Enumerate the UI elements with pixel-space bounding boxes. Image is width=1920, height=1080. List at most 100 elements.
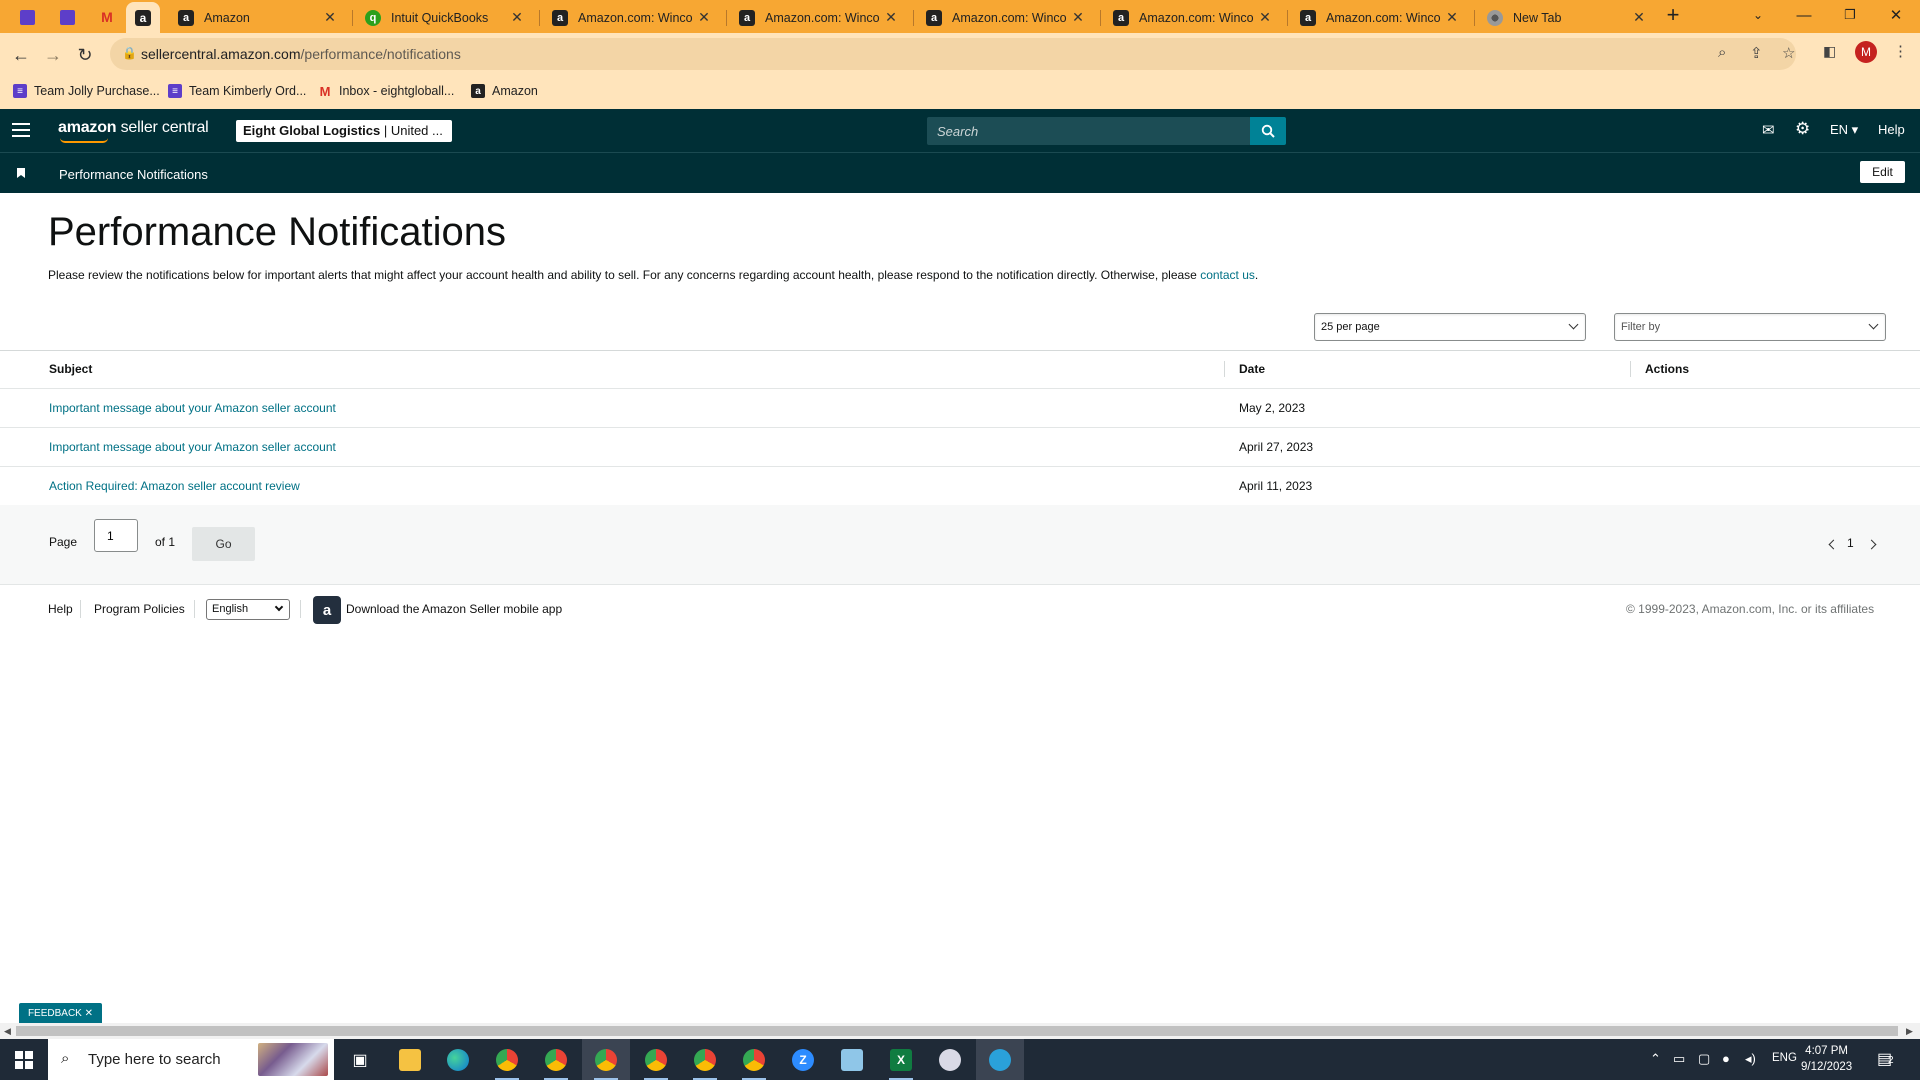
- taskbar-search-box[interactable]: ⌕ Type here to search: [48, 1039, 334, 1080]
- chrome-profile-r-icon[interactable]: [681, 1039, 729, 1080]
- previous-page-icon[interactable]: [1828, 539, 1839, 550]
- horizontal-scrollbar[interactable]: ◀ ▶: [0, 1023, 1920, 1039]
- tab-search-chevron-icon[interactable]: ⌄: [1735, 0, 1781, 30]
- volume-icon[interactable]: ◂): [1745, 1051, 1756, 1067]
- chrome-profile-m-icon[interactable]: [582, 1039, 630, 1080]
- microphone-icon[interactable]: ●: [1722, 1051, 1730, 1066]
- excel-icon[interactable]: X: [877, 1039, 925, 1080]
- chrome-profile-t-icon[interactable]: [730, 1039, 778, 1080]
- restore-button[interactable]: ❐: [1827, 0, 1873, 30]
- edit-button[interactable]: Edit: [1860, 161, 1905, 183]
- minimize-button[interactable]: —: [1781, 0, 1827, 30]
- forward-button[interactable]: →: [40, 42, 66, 68]
- close-icon[interactable]: ✕: [322, 9, 338, 26]
- windows-start-icon[interactable]: [15, 1051, 33, 1069]
- scroll-left-icon[interactable]: ◀: [4, 1026, 11, 1037]
- chrome-profile-2-icon[interactable]: [532, 1039, 580, 1080]
- input-language[interactable]: ENG: [1772, 1052, 1797, 1064]
- zoom-app-icon[interactable]: Z: [779, 1039, 827, 1080]
- scrollbar-thumb[interactable]: [16, 1026, 1898, 1036]
- bookmark-star-icon[interactable]: ☆: [1782, 44, 1795, 62]
- close-icon[interactable]: ✕: [1070, 9, 1086, 26]
- program-policies-link[interactable]: Program Policies: [94, 602, 185, 616]
- account-switcher-button[interactable]: Eight Global Logistics | United ...: [236, 120, 452, 142]
- close-window-button[interactable]: ✕: [1873, 0, 1919, 30]
- close-icon[interactable]: ✕: [1631, 9, 1647, 26]
- gear-icon[interactable]: ⚙: [1795, 119, 1810, 139]
- tab-new-tab[interactable]: New Tab ✕: [1477, 2, 1657, 33]
- page-number-input[interactable]: [94, 519, 138, 552]
- back-button[interactable]: ←: [8, 42, 34, 68]
- tab-quickbooks[interactable]: q Intuit QuickBooks ✕: [355, 2, 535, 33]
- seller-central-logo[interactable]: amazon seller central: [58, 119, 209, 143]
- notification-center-icon[interactable]: ▤ 2: [1877, 1049, 1894, 1069]
- tab-amazon-winco-1[interactable]: a Amazon.com: Winco 0 ✕: [542, 2, 722, 33]
- download-app-link[interactable]: Download the Amazon Seller mobile app: [346, 602, 562, 616]
- sub-navigation-bar: Performance Notifications Edit: [0, 152, 1920, 193]
- help-link[interactable]: Help: [1878, 122, 1905, 137]
- close-icon[interactable]: ✕: [696, 9, 712, 26]
- amazon-seller-app-icon[interactable]: a: [313, 596, 341, 624]
- notification-subject-link[interactable]: Important message about your Amazon sell…: [49, 440, 336, 454]
- breadcrumb[interactable]: Performance Notifications: [59, 167, 208, 182]
- show-hidden-icons-icon[interactable]: ⌃: [1650, 1051, 1661, 1067]
- close-icon[interactable]: ✕: [1444, 9, 1460, 26]
- pinned-tab-gmail[interactable]: M: [92, 4, 122, 30]
- contact-us-link[interactable]: contact us: [1200, 268, 1255, 282]
- go-button[interactable]: Go: [192, 527, 255, 561]
- edge-icon[interactable]: [434, 1039, 482, 1080]
- notepad-icon[interactable]: [828, 1039, 876, 1080]
- system-clock[interactable]: 4:07 PM 9/12/2023: [1801, 1043, 1852, 1075]
- bookmark-icon[interactable]: [17, 168, 25, 178]
- network-icon[interactable]: ▭: [1673, 1051, 1685, 1067]
- sidepanel-icon[interactable]: ◧: [1823, 43, 1836, 60]
- close-icon[interactable]: ✕: [85, 1008, 93, 1019]
- tab-amazon-winco-5[interactable]: a Amazon.com: Winco S ✕: [1290, 2, 1470, 33]
- scroll-right-icon[interactable]: ▶: [1906, 1026, 1913, 1037]
- url-bar[interactable]: 🔒 sellercentral.amazon.com/performance/n…: [110, 38, 1796, 70]
- messaging-app-icon[interactable]: [976, 1039, 1024, 1080]
- reload-button[interactable]: ↻: [72, 42, 98, 68]
- filter-select[interactable]: Filter by: [1614, 313, 1886, 341]
- close-icon[interactable]: ✕: [509, 9, 525, 26]
- notification-subject-link[interactable]: Action Required: Amazon seller account r…: [49, 479, 300, 493]
- notification-subject-link[interactable]: Important message about your Amazon sell…: [49, 401, 336, 415]
- chrome-icon[interactable]: [483, 1039, 531, 1080]
- share-icon[interactable]: ⇪: [1750, 44, 1763, 62]
- language-selector[interactable]: EN ▾: [1830, 122, 1858, 138]
- bookmark-gmail-inbox[interactable]: M Inbox - eightgloball...: [318, 84, 455, 99]
- zoom-icon[interactable]: ⌕: [1718, 44, 1726, 61]
- tab-amazon-winco-4[interactable]: a Amazon.com: Winco 0 ✕: [1103, 2, 1283, 33]
- bookmark-team-jolly[interactable]: ≡ Team Jolly Purchase...: [13, 84, 160, 98]
- new-tab-button[interactable]: +: [1650, 0, 1696, 30]
- chrome-profile-o-icon[interactable]: [632, 1039, 680, 1080]
- tab-amazon-winco-3[interactable]: a Amazon.com: Winco T ✕: [916, 2, 1096, 33]
- bookmark-amazon[interactable]: a Amazon: [471, 84, 538, 98]
- column-header-date[interactable]: Date: [1239, 362, 1265, 376]
- tab-amazon-winco-2[interactable]: a Amazon.com: Winco S ✕: [729, 2, 909, 33]
- next-page-icon[interactable]: [1866, 539, 1877, 550]
- current-page-number[interactable]: 1: [1847, 536, 1854, 550]
- file-explorer-icon[interactable]: [386, 1039, 434, 1080]
- pinned-tab-amazon-active[interactable]: a: [126, 2, 160, 33]
- profile-avatar[interactable]: M: [1855, 41, 1877, 63]
- pinned-tab-list[interactable]: [12, 4, 42, 30]
- bookmark-team-kimberly[interactable]: ≡ Team Kimberly Ord...: [168, 84, 306, 98]
- mail-icon[interactable]: ✉: [1762, 121, 1775, 139]
- column-header-subject[interactable]: Subject: [49, 362, 92, 376]
- more-menu-icon[interactable]: ⋮: [1893, 42, 1908, 60]
- per-page-select[interactable]: 25 per page: [1314, 313, 1586, 341]
- app-icon[interactable]: [926, 1039, 974, 1080]
- meeting-icon[interactable]: ▢: [1698, 1051, 1710, 1067]
- search-input[interactable]: [927, 117, 1251, 145]
- footer-help-link[interactable]: Help: [48, 602, 73, 616]
- close-icon[interactable]: ✕: [883, 9, 899, 26]
- search-button[interactable]: [1250, 117, 1286, 145]
- hamburger-menu-icon[interactable]: [12, 121, 30, 139]
- feedback-button[interactable]: FEEDBACK ✕: [19, 1003, 102, 1023]
- task-view-icon[interactable]: ▣: [336, 1039, 384, 1080]
- pinned-tab-list-2[interactable]: [52, 4, 82, 30]
- footer-language-select[interactable]: English: [206, 599, 290, 620]
- close-icon[interactable]: ✕: [1257, 9, 1273, 26]
- tab-amazon[interactable]: a Amazon ✕: [168, 2, 348, 33]
